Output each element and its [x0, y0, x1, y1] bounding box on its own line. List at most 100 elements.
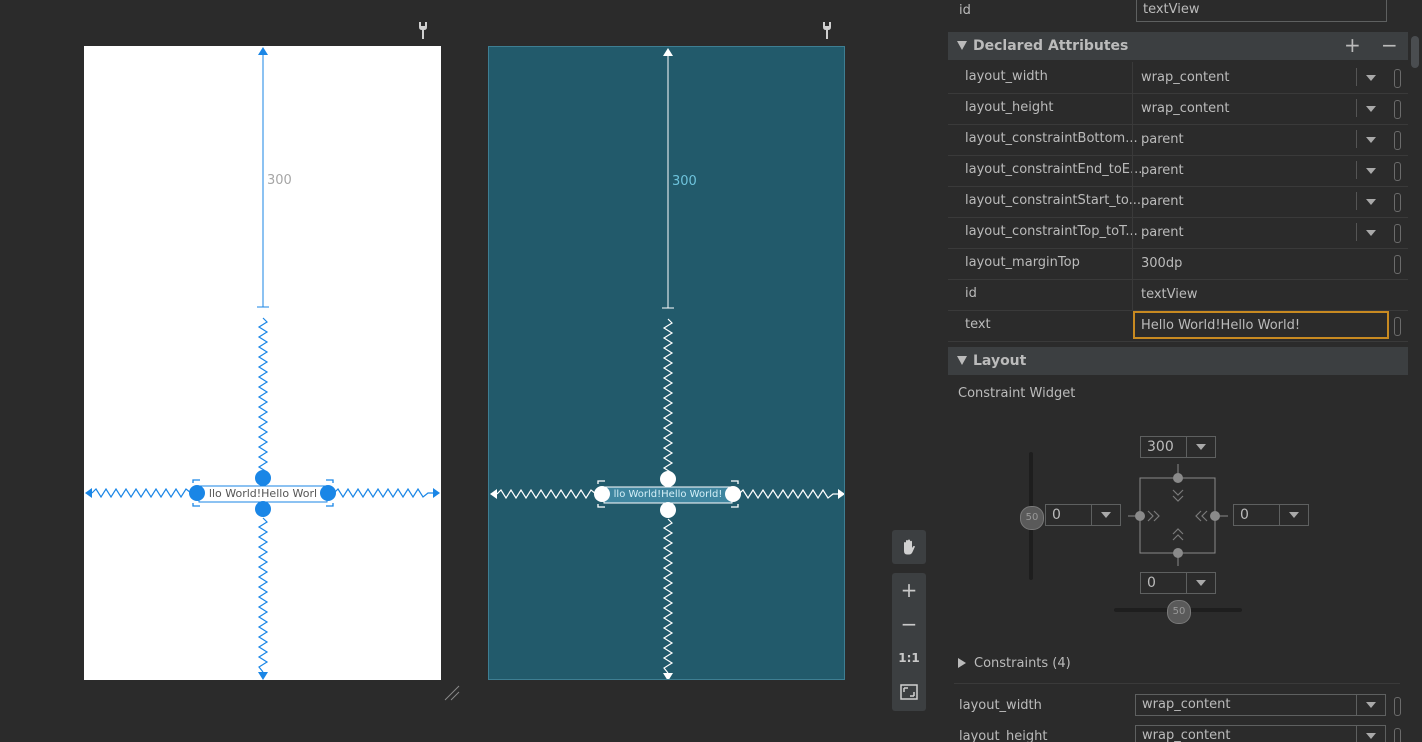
chevron-down-icon[interactable] — [1186, 573, 1215, 593]
attributes-panel: id textView Declared Attributes + − layo… — [948, 0, 1422, 742]
attr-row-layout-width[interactable]: layout_width wrap_content — [948, 62, 1408, 94]
margin-top-label: 300 — [672, 174, 697, 189]
chevron-down-icon[interactable] — [1356, 68, 1385, 86]
top-margin-field[interactable]: 300 — [1140, 436, 1216, 458]
attr-row-constraint-top[interactable]: layout_constraintTop_toT... parent — [948, 217, 1408, 249]
resize-handle-icon[interactable] — [443, 684, 461, 702]
collapse-icon[interactable] — [957, 356, 967, 365]
attr-value[interactable]: parent — [1141, 225, 1184, 240]
reference-icon[interactable] — [1394, 255, 1401, 274]
attr-key: layout_width — [965, 69, 1048, 84]
add-attribute-button[interactable]: + — [1344, 33, 1361, 57]
reference-icon[interactable] — [1394, 131, 1401, 150]
textview-blueprint[interactable]: llo World!Hello World! — [610, 487, 726, 502]
attr-key: text — [965, 317, 991, 332]
attr-key: layout_height — [965, 100, 1054, 115]
bottom-row-layout-height[interactable]: layout_height wrap_content — [948, 722, 1408, 742]
attr-row-constraint-end[interactable]: layout_constraintEnd_toE... parent — [948, 155, 1408, 187]
chevron-down-icon[interactable] — [1356, 99, 1385, 117]
reference-icon[interactable] — [1394, 317, 1401, 336]
attr-value[interactable]: wrap_content — [1141, 101, 1229, 116]
chevron-down-icon[interactable] — [1279, 505, 1308, 525]
chevron-down-icon[interactable] — [1356, 695, 1385, 715]
right-margin-value: 0 — [1240, 507, 1249, 523]
reference-icon[interactable] — [1394, 224, 1401, 243]
declared-attributes-header[interactable]: Declared Attributes + − — [948, 32, 1408, 60]
attr-row-margin-top[interactable]: layout_marginTop 300dp — [948, 248, 1408, 280]
pan-tool[interactable] — [892, 530, 926, 564]
layout-width-select[interactable]: wrap_content — [1135, 694, 1386, 716]
attr-row-id[interactable]: id textView — [948, 279, 1408, 311]
design-surface[interactable]: 300 llo World!Hello Worl — [84, 46, 441, 680]
constraint-box-icon[interactable] — [1118, 460, 1238, 570]
attr-row-text[interactable]: text Hello World!Hello World! — [948, 310, 1408, 342]
attr-row-layout-height[interactable]: layout_height wrap_content — [948, 93, 1408, 125]
horizontal-bias-knob[interactable]: 50 — [1167, 600, 1191, 624]
attr-value[interactable]: wrap_content — [1141, 70, 1229, 85]
scrollbar-thumb[interactable] — [1411, 36, 1419, 68]
reference-icon[interactable] — [1394, 728, 1401, 742]
constraint-widget: 50 300 0 0 0 50 — [948, 420, 1408, 640]
attr-key: layout_height — [959, 729, 1048, 742]
chevron-down-icon[interactable] — [1356, 130, 1385, 148]
bottom-margin-field[interactable]: 0 — [1140, 572, 1216, 594]
reference-icon[interactable] — [1394, 162, 1401, 181]
expand-icon[interactable] — [958, 658, 966, 668]
attr-key: layout_constraintBottom... — [965, 131, 1138, 146]
attr-row-constraint-start[interactable]: layout_constraintStart_to... parent — [948, 186, 1408, 218]
reference-icon[interactable] — [1394, 697, 1401, 716]
vertical-bias-knob[interactable]: 50 — [1020, 506, 1044, 530]
wrench-icon[interactable] — [820, 21, 834, 39]
right-margin-field[interactable]: 0 — [1233, 504, 1309, 526]
collapse-icon[interactable] — [957, 41, 967, 50]
id-field[interactable]: textView — [1136, 0, 1387, 22]
zoom-in-button[interactable]: + — [892, 573, 926, 607]
attr-value: wrap_content — [1142, 728, 1231, 742]
attr-value: wrap_content — [1142, 697, 1231, 712]
design-constraints — [85, 47, 440, 680]
layout-header[interactable]: Layout — [948, 347, 1408, 375]
bottom-row-layout-width[interactable]: layout_width wrap_content — [948, 691, 1408, 722]
wrench-icon[interactable] — [416, 21, 430, 39]
top-margin-value: 300 — [1147, 439, 1174, 455]
reference-icon[interactable] — [1394, 193, 1401, 212]
remove-attribute-button[interactable]: − — [1381, 33, 1398, 57]
attr-key: layout_constraintTop_toT... — [965, 224, 1138, 239]
left-margin-value: 0 — [1052, 507, 1061, 523]
chevron-down-icon[interactable] — [1091, 505, 1120, 525]
layout-height-select[interactable]: wrap_content — [1135, 725, 1386, 742]
reference-icon[interactable] — [1394, 100, 1401, 119]
blueprint-surface[interactable]: 300 llo World!Hello World! — [488, 46, 845, 680]
text-field[interactable]: Hello World!Hello World! — [1133, 311, 1389, 339]
blueprint-constraints — [490, 48, 844, 679]
attr-value[interactable]: parent — [1141, 132, 1184, 147]
attr-value[interactable]: parent — [1141, 194, 1184, 209]
divider — [954, 683, 1400, 684]
chevron-down-icon[interactable] — [1356, 223, 1385, 241]
panel-scrollbar[interactable] — [1408, 0, 1422, 742]
zoom-out-button[interactable]: − — [892, 607, 926, 641]
actual-size-button[interactable]: 1:1 — [892, 641, 926, 675]
constraints-toggle[interactable]: Constraints (4) — [958, 656, 1158, 674]
reference-icon[interactable] — [1394, 69, 1401, 88]
chevron-down-icon[interactable] — [1356, 726, 1385, 742]
id-value: textView — [1143, 2, 1200, 17]
attr-value[interactable]: textView — [1141, 287, 1198, 302]
textview-preview[interactable]: llo World!Hello Worl — [205, 486, 321, 501]
attr-row-id: id textView — [948, 0, 1408, 31]
chevron-down-icon[interactable] — [1186, 437, 1215, 457]
margin-top-label: 300 — [267, 173, 292, 188]
attr-key: layout_constraintStart_to... — [965, 193, 1142, 208]
zoom-toolbar: + − 1:1 — [892, 573, 926, 711]
hand-icon[interactable] — [892, 530, 926, 564]
attr-key: id — [959, 3, 971, 18]
attr-value[interactable]: 300dp — [1141, 256, 1182, 271]
design-canvas[interactable]: 300 llo World!Hello Worl 300 llo World!H… — [0, 0, 948, 742]
attr-key: layout_marginTop — [965, 255, 1080, 270]
left-margin-field[interactable]: 0 — [1045, 504, 1121, 526]
fit-screen-icon[interactable] — [892, 675, 926, 709]
attr-row-constraint-bottom[interactable]: layout_constraintBottom... parent — [948, 124, 1408, 156]
chevron-down-icon[interactable] — [1356, 161, 1385, 179]
attr-value[interactable]: parent — [1141, 163, 1184, 178]
chevron-down-icon[interactable] — [1356, 192, 1385, 210]
